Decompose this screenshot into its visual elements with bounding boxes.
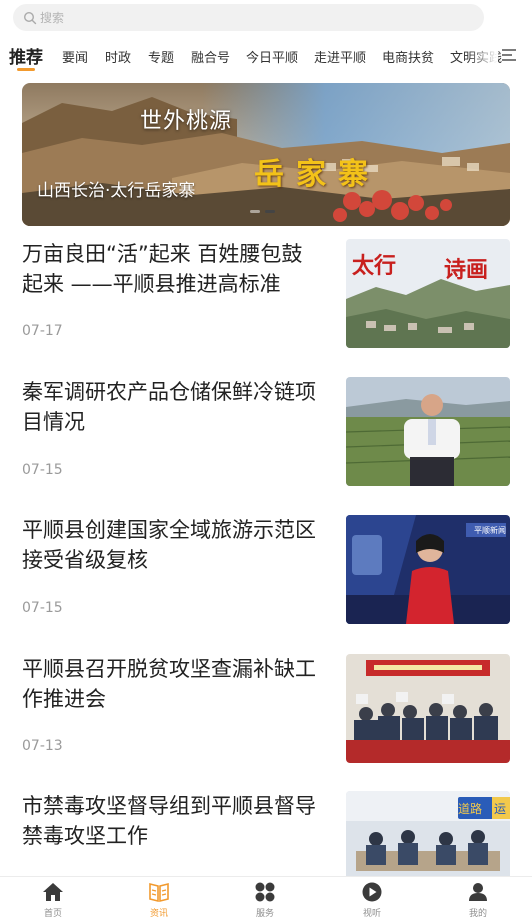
tab-discover-pingshun[interactable]: 走进平顺: [314, 47, 366, 66]
svg-text:道路: 道路: [458, 801, 482, 816]
news-title: 秦军调研农产品仓储保鲜冷链项目情况: [22, 380, 316, 434]
news-date: 07-15: [22, 600, 63, 616]
profile-icon: [469, 883, 487, 901]
nav-label: 我的: [468, 909, 487, 919]
tab-today-pingshun[interactable]: 今日平顺: [246, 47, 298, 66]
carousel-indicator: [250, 210, 275, 213]
svg-text:太行: 太行: [352, 253, 396, 279]
banner-caption: 山西长治·太行岳家寨: [37, 181, 196, 201]
search-placeholder: 搜索: [40, 11, 65, 25]
nav-news[interactable]: 资讯: [129, 881, 189, 919]
menu-icon[interactable]: [500, 46, 518, 64]
tab-politics[interactable]: 时政: [105, 47, 131, 66]
tab-media-accounts[interactable]: 融合号: [191, 47, 230, 66]
news-date: 07-17: [22, 323, 63, 339]
tabs-fade: [468, 38, 498, 74]
news-thumbnail: 平顺新闻: [346, 515, 510, 624]
nav-profile[interactable]: 我的: [448, 881, 508, 919]
news-date: 07-13: [22, 738, 63, 754]
news-date: 07-15: [22, 462, 63, 478]
svg-text:诗画: 诗画: [444, 257, 488, 283]
news-thumbnail: [346, 654, 510, 763]
news-title: 万亩良田“活”起来 百姓腰包鼓起来 ——平顺县推进高标准: [22, 242, 303, 296]
nav-label: 资讯: [149, 909, 168, 919]
news-title: 市禁毒攻坚督导组到平顺县督导禁毒攻坚工作: [22, 794, 316, 848]
services-icon: [255, 882, 275, 902]
search-input[interactable]: 搜索: [13, 4, 484, 31]
news-item[interactable]: 平顺县召开脱贫攻坚查漏补缺工作推进会 07-13: [0, 654, 532, 784]
svg-text:平顺新闻: 平顺新闻: [474, 525, 506, 535]
banner-carousel[interactable]: 世外桃源 岳家寨 山西长治·太行岳家寨: [22, 83, 510, 226]
play-icon: [362, 882, 382, 902]
nav-services[interactable]: 服务: [235, 881, 295, 919]
search-icon: [23, 11, 37, 24]
nav-label: 服务: [255, 909, 274, 919]
home-icon: [43, 883, 63, 901]
bottom-navigation: 首页 资讯 服务 视听 我的: [0, 876, 532, 922]
active-tab-indicator: [17, 68, 35, 71]
category-tabs: 推荐 要闻 时政 专题 融合号 今日平顺 走进平顺 电商扶贫 文明实践: [0, 38, 532, 74]
tab-ecommerce-poverty[interactable]: 电商扶贫: [382, 47, 434, 66]
nav-label: 视听: [362, 909, 381, 919]
news-title: 平顺县召开脱贫攻坚查漏补缺工作推进会: [22, 657, 316, 711]
carousel-dot: [250, 210, 260, 213]
news-thumbnail: 太行 诗画: [346, 239, 510, 348]
news-thumbnail: [346, 377, 510, 486]
news-item[interactable]: 秦军调研农产品仓储保鲜冷链项目情况 07-15: [0, 377, 532, 507]
banner-art-text: 世外桃源: [140, 109, 233, 134]
news-book-icon: [149, 882, 169, 903]
nav-label: 首页: [43, 909, 62, 919]
tab-headlines[interactable]: 要闻: [62, 47, 88, 66]
nav-media[interactable]: 视听: [342, 881, 402, 919]
tab-topics[interactable]: 专题: [148, 47, 174, 66]
banner-art-title: 岳家寨: [254, 157, 380, 192]
news-title: 平顺县创建国家全域旅游示范区接受省级复核: [22, 518, 316, 572]
nav-home[interactable]: 首页: [23, 881, 83, 919]
carousel-dot-active: [265, 210, 275, 213]
news-item[interactable]: 平顺县创建国家全域旅游示范区接受省级复核 07-15 平顺新闻: [0, 515, 532, 645]
tab-recommend[interactable]: 推荐: [9, 43, 43, 68]
svg-text:运: 运: [494, 802, 506, 816]
news-item[interactable]: 万亩良田“活”起来 百姓腰包鼓起来 ——平顺县推进高标准 07-17 太行 诗画: [0, 239, 532, 369]
